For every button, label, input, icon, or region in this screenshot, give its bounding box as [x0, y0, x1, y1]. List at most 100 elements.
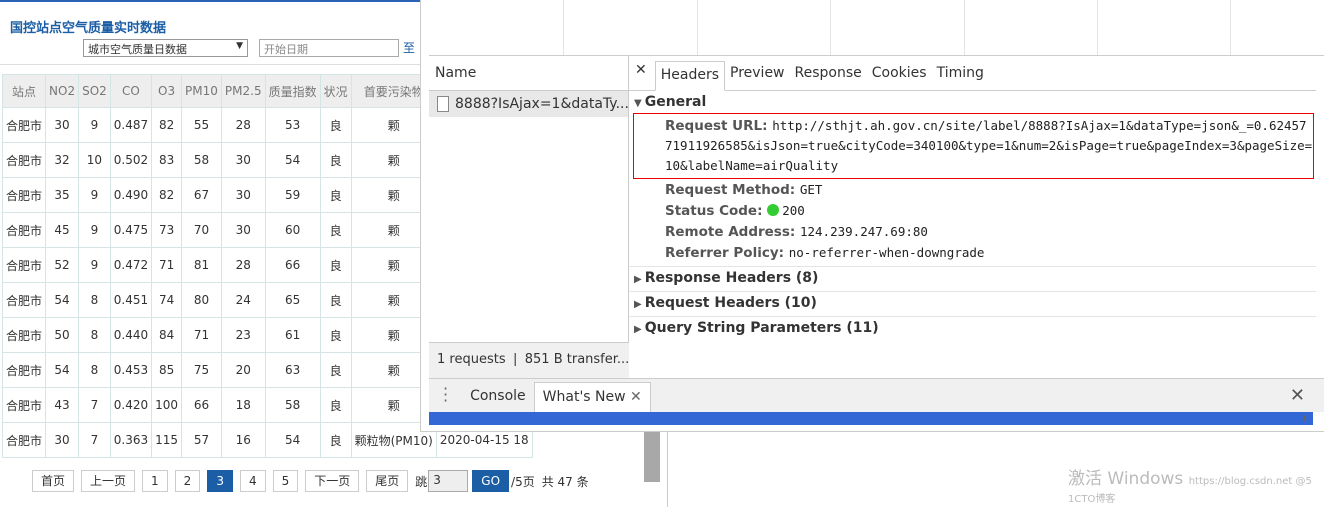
first-page-button[interactable]: 首页	[32, 470, 75, 492]
table-cell: 28	[220, 247, 266, 283]
divider	[0, 64, 420, 65]
table-cell: 53	[264, 107, 321, 143]
data-type-select[interactable]: 城市空气质量日数据 ▼	[83, 39, 248, 57]
close-drawer-icon[interactable]: ✕	[1290, 385, 1305, 406]
scrollbar-thumb[interactable]	[644, 432, 660, 482]
overview-cell	[965, 0, 1098, 55]
watermark: 激活 Windows https://blog.csdn.net @51CTO博…	[1068, 470, 1318, 506]
response-headers-section[interactable]: ▶ Response Headers (8)	[629, 267, 1316, 292]
table-cell: 合肥市	[1, 177, 47, 213]
table-cell: 合肥市	[1, 107, 47, 143]
table-cell: 合肥市	[1, 212, 47, 248]
table-cell: 61	[264, 317, 321, 353]
prev-page-button[interactable]: 上一页	[81, 470, 136, 492]
field-key: Referrer Policy	[665, 245, 779, 261]
request-headers-section[interactable]: ▶ Request Headers (10)	[629, 292, 1316, 317]
table-cell: 74	[151, 282, 183, 318]
table-cell: 30	[220, 177, 266, 213]
column-header: CO	[109, 74, 153, 108]
to-label: 至	[403, 41, 416, 55]
overview-cell	[698, 0, 831, 55]
table-cell: 66	[264, 247, 321, 283]
tab-console[interactable]: Console	[462, 382, 534, 412]
table-cell: 0.490	[109, 177, 153, 213]
go-button[interactable]: GO	[472, 470, 510, 492]
page-1[interactable]: 1	[142, 470, 168, 492]
whats-new-banner	[429, 412, 1313, 425]
table-cell: 43	[45, 387, 80, 423]
tab-timing[interactable]: Timing	[932, 60, 989, 90]
table-cell: 115	[151, 422, 183, 458]
pagination: 首页 上一页 1 2 3 4 5 下一页 尾页 跳 3 GO /5页 共 47 …	[32, 470, 589, 492]
table-cell: 良	[319, 107, 352, 143]
table-cell: 7	[78, 422, 111, 458]
table-cell: 合肥市	[1, 317, 47, 353]
table-cell: 8	[78, 282, 111, 318]
table-cell: 良	[319, 352, 352, 388]
table-cell: 9	[78, 247, 111, 283]
table-cell: 9	[78, 212, 111, 248]
table-cell: 0.472	[109, 247, 153, 283]
column-header: 站点	[1, 74, 47, 108]
last-page-button[interactable]: 尾页	[366, 470, 409, 492]
query-string-section[interactable]: ▶ Query String Parameters (11)	[629, 317, 1316, 342]
request-details: ✕ Headers Preview Response Cookies Timin…	[629, 56, 1316, 378]
page-5[interactable]: 5	[272, 470, 299, 492]
column-header: 状况	[319, 74, 352, 108]
section-title: Query String Parameters (11)	[644, 320, 879, 336]
table-cell: 24	[220, 282, 266, 318]
table-cell: 9	[78, 177, 111, 213]
table-cell: 54	[264, 142, 321, 178]
request-row[interactable]: 8888?IsAjax=1&dataTy...	[429, 91, 628, 117]
table-cell: 良	[319, 317, 352, 353]
tab-whats-new[interactable]: What's New ✕	[533, 382, 651, 412]
file-icon	[437, 96, 449, 112]
triangle-right-icon: ▶	[634, 274, 642, 285]
table-cell: 58	[181, 142, 222, 178]
table-cell: 65	[264, 282, 321, 318]
details-tabs: ✕ Headers Preview Response Cookies Timin…	[629, 56, 1316, 91]
column-header: PM10	[181, 74, 222, 108]
tab-cookies[interactable]: Cookies	[867, 60, 932, 90]
start-date-input[interactable]: 开始日期	[259, 39, 399, 57]
overview-cell	[1098, 0, 1231, 55]
field-value: 200	[782, 203, 805, 218]
table-cell: 59	[264, 177, 321, 213]
table-cell: 75	[181, 352, 222, 388]
general-section[interactable]: ▼ General	[629, 91, 1316, 113]
table-cell: 35	[45, 177, 80, 213]
page-4[interactable]: 4	[239, 470, 266, 492]
overview-cell	[429, 0, 564, 55]
table-cell: 23	[220, 317, 266, 353]
page-2[interactable]: 2	[174, 470, 201, 492]
scroll-arrows-icon[interactable]: ⬍	[1301, 414, 1308, 423]
table-cell: 70	[181, 212, 222, 248]
tab-response[interactable]: Response	[790, 60, 867, 90]
overview-cell	[831, 0, 965, 55]
page-3[interactable]: 3	[207, 470, 233, 492]
more-options-icon[interactable]: · · ·	[429, 381, 462, 412]
table-cell: 58	[264, 387, 321, 423]
close-tab-icon[interactable]: ✕	[630, 389, 642, 405]
table-cell: 0.475	[109, 212, 153, 248]
table-cell: 50	[45, 317, 80, 353]
table-cell: 合肥市	[1, 387, 47, 423]
table-cell: 0.451	[109, 282, 153, 318]
table-cell: 良	[319, 177, 352, 213]
table-cell: 55	[181, 107, 222, 143]
dropdown-arrow-icon: ▼	[236, 41, 243, 51]
table-cell: 0.420	[109, 387, 153, 423]
column-header: O3	[151, 74, 183, 108]
table-cell: 45	[45, 212, 80, 248]
tab-headers[interactable]: Headers	[654, 61, 726, 91]
field-value: GET	[799, 182, 823, 197]
tab-preview[interactable]: Preview	[725, 60, 790, 90]
table-cell: 57	[181, 422, 222, 458]
jump-input[interactable]: 3	[428, 470, 469, 492]
name-column-header[interactable]: Name	[429, 56, 628, 91]
close-icon[interactable]: ✕	[629, 62, 655, 90]
tab-label: What's New	[542, 389, 626, 405]
next-page-button[interactable]: 下一页	[305, 470, 360, 492]
table-cell: 良	[319, 387, 352, 423]
column-header: NO2	[45, 74, 80, 108]
